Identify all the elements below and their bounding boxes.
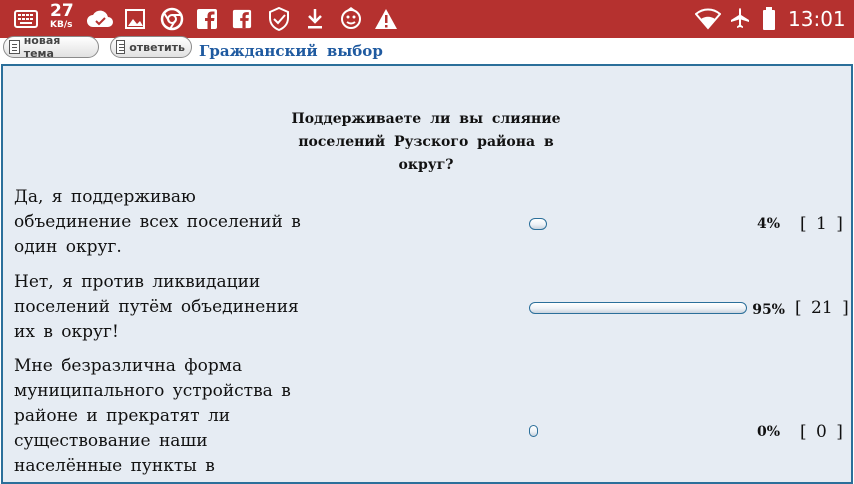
poll-question: Поддерживаете ли вы слияние поселений Ру…: [291, 111, 561, 173]
image-icon: [124, 7, 146, 31]
chrome-icon: [160, 7, 184, 31]
keyboard-icon: [14, 7, 38, 31]
battery-icon: [762, 7, 776, 31]
poll-option-votes: [ 1 ]: [800, 214, 843, 234]
network-speed-unit: KB/s: [50, 20, 73, 30]
status-bar: 27 KB/s 13:01: [0, 0, 854, 38]
poll-option-votes: [ 21 ]: [795, 298, 849, 318]
poll-option-percent: 95%: [752, 302, 785, 318]
poll-option-percent: 4%: [756, 216, 780, 232]
facebook-icon: [196, 7, 218, 31]
document-icon: [116, 40, 126, 54]
cloud-check-icon: [86, 7, 114, 31]
status-time: 13:01: [788, 7, 846, 31]
forum-toolbar: новая тема ответить Гражданский выбор: [0, 34, 854, 64]
poll-option-text: Нет, я против ликвидации поселений путём…: [14, 272, 299, 342]
poll-option-text: Мне безразлична форма муниципального уст…: [14, 356, 291, 476]
shield-check-icon: [268, 7, 290, 31]
warning-icon: [374, 7, 398, 31]
forum-breadcrumb-link[interactable]: Гражданский выбор: [199, 42, 383, 60]
network-speed: 27 KB/s: [50, 3, 80, 30]
poll-result-bar: [529, 425, 538, 437]
poll-result-bar: [529, 218, 547, 230]
document-icon: [9, 40, 20, 54]
reply-label: ответить: [129, 40, 185, 54]
new-topic-button[interactable]: новая тема: [3, 34, 99, 60]
poll-panel: Поддерживаете ли вы слияние поселений Ру…: [1, 64, 853, 484]
poll-option-votes: [ 0 ]: [800, 422, 843, 442]
new-topic-label: новая тема: [23, 34, 61, 60]
download-icon: [305, 7, 325, 31]
face-icon: [339, 7, 363, 31]
poll-option-percent: 0%: [756, 424, 780, 440]
facebook-icon: [232, 7, 252, 31]
wifi-icon: [695, 7, 721, 31]
poll-option-text: Да, я поддерживаю объединение всех посел…: [14, 187, 301, 257]
network-speed-value: 27: [50, 1, 74, 21]
reply-button[interactable]: ответить: [110, 36, 192, 58]
poll-result-bar: [529, 302, 747, 314]
airplane-mode-icon: [728, 7, 752, 31]
